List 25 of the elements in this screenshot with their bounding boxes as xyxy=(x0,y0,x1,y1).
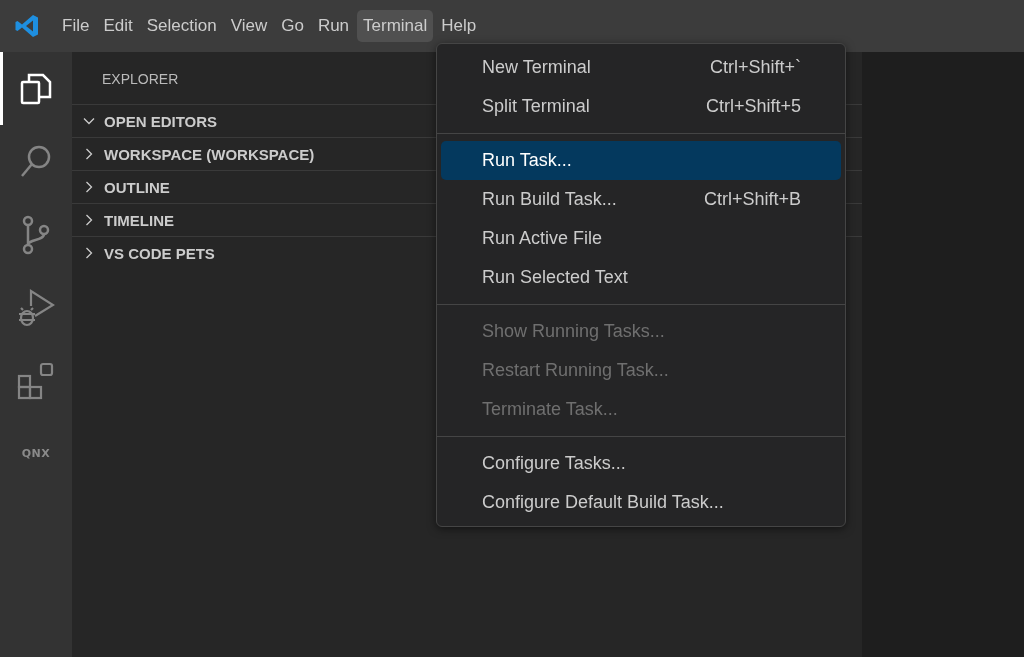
shortcut-label: Ctrl+Shift+5 xyxy=(705,96,801,117)
menu-bar-item[interactable]: File xyxy=(56,10,96,42)
qnx-logo[interactable]: QNX xyxy=(21,447,51,460)
menu-bar-item[interactable]: Go xyxy=(275,10,310,42)
menu-item[interactable]: Run Active File xyxy=(441,219,841,258)
shortcut-label: Ctrl+Shift+` xyxy=(709,57,801,78)
menu-item[interactable]: Run Build Task... Ctrl+Shift+B xyxy=(441,180,841,219)
menu-item[interactable]: Run Task... xyxy=(441,141,841,180)
menu-bar-item[interactable]: Selection xyxy=(140,10,223,42)
shortcut-label: Ctrl+Shift+B xyxy=(703,189,801,210)
menu-bar-item[interactable]: Help xyxy=(435,10,483,42)
sidebar-title: EXPLORER xyxy=(102,71,179,89)
menu-bar-item[interactable]: View xyxy=(224,10,274,42)
extensions-icon[interactable] xyxy=(17,361,55,400)
app-logo-icon xyxy=(14,13,40,39)
source-control-icon[interactable] xyxy=(21,214,51,255)
menu-item[interactable]: Configure Tasks... xyxy=(441,444,841,483)
menu-item[interactable]: New Terminal Ctrl+Shift+` xyxy=(441,48,841,87)
menu-bar-item[interactable]: Run xyxy=(311,10,356,42)
menu-item[interactable]: Run Selected Text xyxy=(441,258,841,297)
run-debug-icon[interactable] xyxy=(17,287,55,328)
menu-bar-item[interactable]: Terminal xyxy=(357,10,434,42)
menu-item[interactable]: Configure Default Build Task... xyxy=(441,483,841,522)
menu-bar-item[interactable]: Edit xyxy=(97,10,139,42)
menu-item[interactable]: Split Terminal Ctrl+Shift+5 xyxy=(441,87,841,126)
